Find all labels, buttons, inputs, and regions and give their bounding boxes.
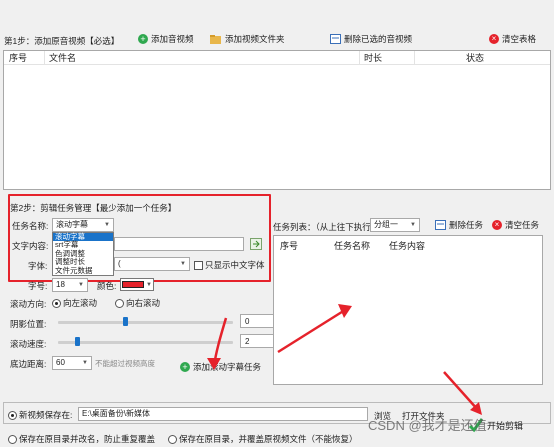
arrow-to-task-list	[277, 304, 352, 354]
annotation-arrows	[207, 304, 482, 415]
arrow-to-add-task	[207, 317, 228, 370]
arrow-to-start	[443, 371, 482, 415]
